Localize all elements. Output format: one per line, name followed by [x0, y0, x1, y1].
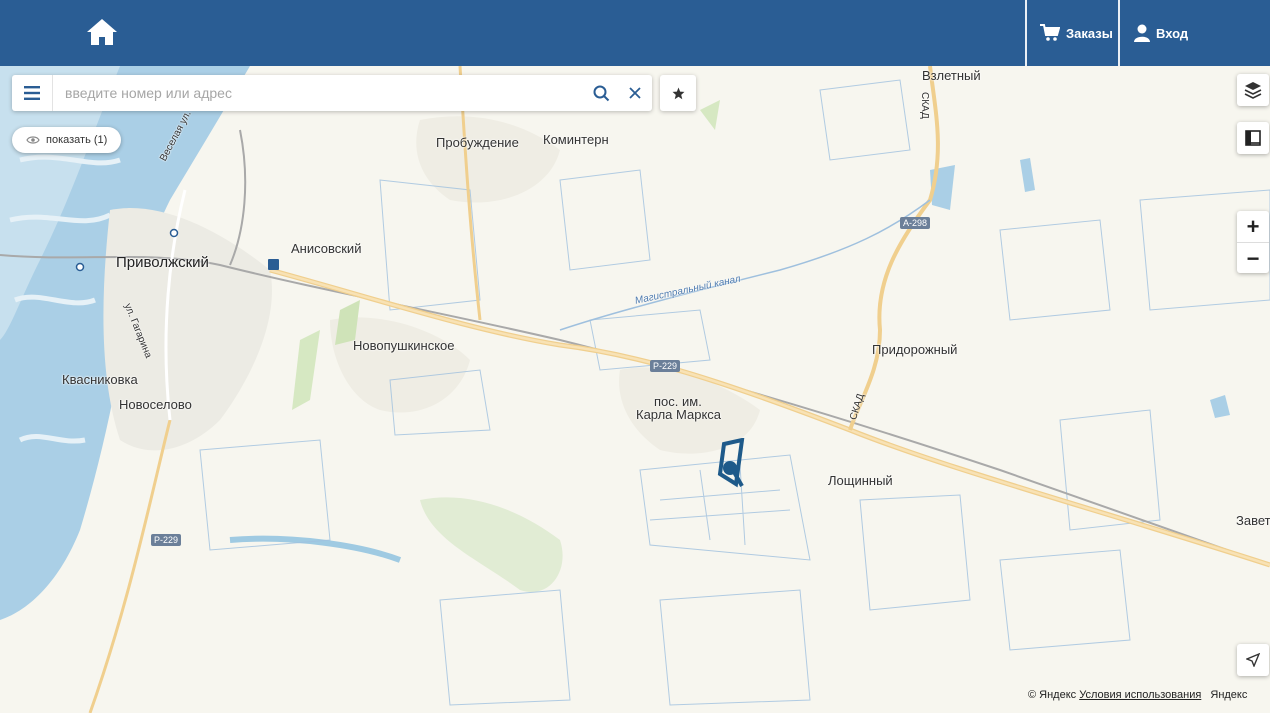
search-button[interactable] [584, 75, 618, 111]
header-divider-2 [1118, 0, 1120, 66]
ruler-icon [1245, 130, 1261, 146]
place-label-probuzhdenie: Пробуждение [436, 135, 519, 150]
place-label-pridorozhny: Придорожный [872, 342, 958, 357]
road-badge-r229: Р-229 [650, 360, 681, 372]
cart-icon [1040, 24, 1060, 41]
login-label: Вход [1156, 25, 1189, 41]
map-canvas[interactable] [0, 66, 1270, 713]
place-label-vzletny: Взлетный [922, 68, 981, 83]
home-button[interactable] [80, 12, 124, 52]
favorites-button[interactable] [660, 75, 696, 111]
map-attribution: © Яндекс Условия использования Яндекс [1028, 689, 1247, 701]
place-label-loshchinny: Лощинный [828, 473, 893, 488]
place-label-komintern: Коминтерн [543, 132, 609, 147]
location-arrow-icon [1246, 653, 1260, 667]
ruler-button[interactable] [1237, 122, 1269, 154]
place-label-novopushkinskoe: Новопушкинское [353, 338, 455, 353]
search-icon [593, 85, 609, 101]
show-results-label: показать (1) [46, 134, 108, 146]
geolocation-button[interactable] [1237, 644, 1269, 676]
eye-icon [26, 136, 40, 144]
place-label-zavet: Завет [1236, 513, 1270, 528]
map-base-layer [0, 66, 1270, 713]
home-icon [87, 19, 117, 45]
close-icon [629, 87, 641, 99]
app-header: Заказы Вход [0, 0, 1270, 66]
header-divider [1025, 0, 1027, 66]
zoom-in-button[interactable]: + [1237, 211, 1269, 242]
place-label-anisovsky: Анисовский [291, 241, 362, 256]
show-results-button[interactable]: показать (1) [12, 127, 122, 153]
hamburger-icon [24, 86, 40, 100]
place-label-kvasnikovka: Квасниковка [62, 372, 138, 387]
login-button[interactable]: Вход [1134, 0, 1188, 66]
search-bar [12, 75, 652, 111]
clear-button[interactable] [618, 75, 652, 111]
orders-label: Заказы [1066, 25, 1113, 41]
copyright-text: © Яндекс [1028, 689, 1077, 701]
menu-button[interactable] [12, 75, 53, 111]
user-icon [1134, 24, 1150, 42]
layers-button[interactable] [1237, 74, 1269, 106]
street-label-skad-north: СКАД [919, 92, 930, 119]
zoom-control: + − [1237, 211, 1269, 273]
terms-link[interactable]: Условия использования [1079, 689, 1201, 701]
orders-button[interactable]: Заказы [1040, 0, 1113, 66]
star-icon [672, 87, 684, 99]
place-label-novoselovo: Новоселово [119, 397, 192, 412]
yandex-logo[interactable]: Яндекс [1210, 689, 1247, 701]
place-label-privolzhsky: Приволжский [116, 254, 209, 271]
plot-marker[interactable] [712, 438, 752, 494]
layers-icon [1244, 82, 1262, 99]
road-badge-a298: А-298 [900, 217, 931, 229]
zoom-out-button[interactable]: − [1237, 242, 1269, 274]
place-label-karla-marksa-2: Карла Маркса [636, 407, 722, 422]
road-badge-r229-south: Р-229 [151, 534, 182, 546]
search-input[interactable] [53, 75, 584, 111]
